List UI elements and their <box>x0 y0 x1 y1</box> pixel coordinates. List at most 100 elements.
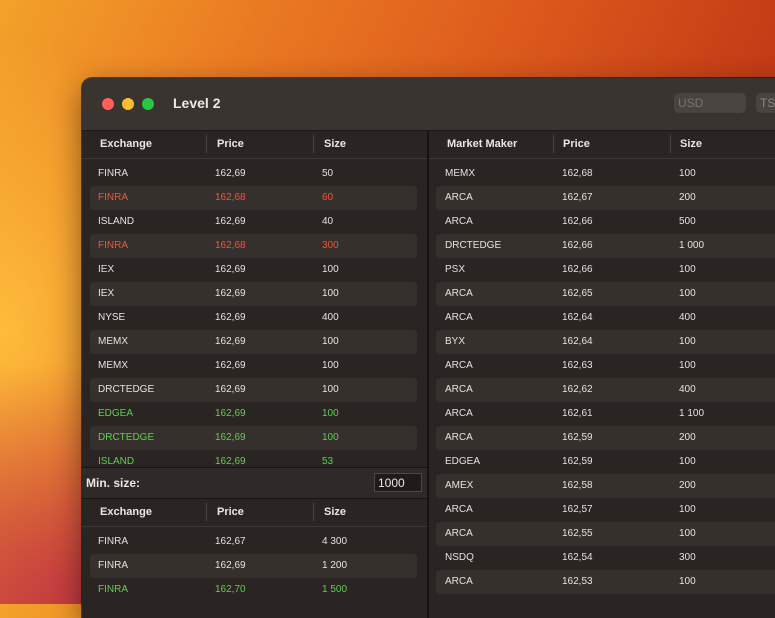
cell-price: 162,69 <box>215 264 246 275</box>
table-row[interactable]: ARCA 162,63 100 <box>436 354 775 378</box>
cell-price: 162,69 <box>215 360 246 371</box>
cell-price: 162,58 <box>562 480 593 491</box>
cell-price: 162,66 <box>562 240 593 251</box>
block-orders-panel: Exchange Price Size FINRA 162,67 4 300 FINR… <box>82 498 427 618</box>
cell-price: 162,59 <box>562 432 593 443</box>
table-row[interactable]: BYX 162,64 100 <box>436 330 775 354</box>
cell-price: 162,65 <box>562 288 593 299</box>
table-row[interactable]: EDGEA 162,69 100 <box>90 402 417 426</box>
column-separator <box>313 503 314 521</box>
cell-exchange: FINRA <box>98 536 128 547</box>
cell-size: 40 <box>322 216 334 227</box>
column-header-size[interactable]: Size <box>324 138 346 150</box>
table-row[interactable]: MEMX 162,69 100 <box>90 330 417 354</box>
table-row[interactable]: NYSE 162,69 400 <box>90 306 417 330</box>
table-row[interactable]: ARCA 162,61 1 100 <box>436 402 775 426</box>
min-size-label: Min. size: <box>86 476 141 490</box>
cell-size: 1 500 <box>322 584 348 595</box>
column-separator <box>313 135 314 153</box>
column-header-price[interactable]: Price <box>563 138 590 150</box>
column-separator <box>206 503 207 521</box>
table-row[interactable]: ARCA 162,64 400 <box>436 306 775 330</box>
cell-exchange: NSDQ <box>445 552 474 563</box>
cell-price: 162,69 <box>215 336 246 347</box>
table-row[interactable]: EDGEA 162,59 100 <box>436 450 775 474</box>
ts-field[interactable]: TS <box>756 93 775 113</box>
table-row[interactable]: FINRA 162,67 4 300 <box>90 530 417 554</box>
cell-price: 162,69 <box>215 384 246 395</box>
column-header-exchange[interactable]: Exchange <box>100 138 152 150</box>
exchange-book-header: Exchange Price Size <box>82 131 427 159</box>
table-row[interactable]: IEX 162,69 100 <box>90 258 417 282</box>
table-row[interactable]: DRCTEDGE 162,69 100 <box>90 426 417 450</box>
cell-exchange: EDGEA <box>98 408 134 419</box>
table-row[interactable]: ARCA 162,67 200 <box>436 186 775 210</box>
column-header-price[interactable]: Price <box>217 506 244 518</box>
table-row[interactable]: ARCA 162,65 100 <box>436 282 775 306</box>
cell-exchange: MEMX <box>98 336 128 347</box>
column-header-market-maker[interactable]: Market Maker <box>447 138 517 150</box>
cell-exchange: FINRA <box>98 584 128 595</box>
cell-size: 100 <box>679 360 696 371</box>
column-header-size[interactable]: Size <box>680 138 702 150</box>
cell-price: 162,69 <box>215 456 246 467</box>
cell-size: 100 <box>679 456 696 467</box>
close-window-button[interactable] <box>102 98 114 110</box>
cell-size: 100 <box>322 264 339 275</box>
table-row[interactable]: IEX 162,69 100 <box>90 282 417 306</box>
table-row[interactable]: ARCA 162,66 500 <box>436 210 775 234</box>
table-row[interactable]: DRCTEDGE 162,66 1 000 <box>436 234 775 258</box>
table-row[interactable]: MEMX 162,68 100 <box>436 162 775 186</box>
cell-price: 162,64 <box>562 312 593 323</box>
cell-size: 53 <box>322 456 334 467</box>
table-row[interactable]: AMEX 162,58 200 <box>436 474 775 498</box>
zoom-window-button[interactable] <box>142 98 154 110</box>
cell-size: 200 <box>679 192 696 203</box>
table-row[interactable]: PSX 162,66 100 <box>436 258 775 282</box>
table-row[interactable]: FINRA 162,68 300 <box>90 234 417 258</box>
column-header-size[interactable]: Size <box>324 506 346 518</box>
column-separator <box>206 135 207 153</box>
cell-price: 162,69 <box>215 288 246 299</box>
title-bar[interactable]: Level 2 TS <box>82 78 775 131</box>
table-row[interactable]: DRCTEDGE 162,69 100 <box>90 378 417 402</box>
currency-input[interactable] <box>674 93 746 113</box>
table-row[interactable]: MEMX 162,69 100 <box>90 354 417 378</box>
cell-exchange: IEX <box>98 264 115 275</box>
table-row[interactable]: FINRA 162,69 1 200 <box>90 554 417 578</box>
table-row[interactable]: ISLAND 162,69 53 <box>90 450 417 467</box>
cell-price: 162,69 <box>215 408 246 419</box>
cell-exchange: DRCTEDGE <box>98 384 155 395</box>
table-row[interactable]: ARCA 162,55 100 <box>436 522 775 546</box>
table-row[interactable]: FINRA 162,69 50 <box>90 162 417 186</box>
table-row[interactable]: FINRA 162,68 60 <box>90 186 417 210</box>
column-separator <box>553 135 554 153</box>
cell-size: 50 <box>322 168 334 179</box>
cell-exchange: ARCA <box>445 408 473 419</box>
cell-exchange: DRCTEDGE <box>445 240 502 251</box>
table-row[interactable]: ISLAND 162,69 40 <box>90 210 417 234</box>
column-header-price[interactable]: Price <box>217 138 244 150</box>
table-row[interactable]: ARCA 162,62 400 <box>436 378 775 402</box>
cell-size: 100 <box>679 264 696 275</box>
cell-exchange: PSX <box>445 264 466 275</box>
cell-exchange: ARCA <box>445 576 473 587</box>
cell-price: 162,69 <box>215 168 246 179</box>
cell-price: 162,69 <box>215 432 246 443</box>
table-row[interactable]: ARCA 162,59 200 <box>436 426 775 450</box>
level2-window: Level 2 TS Exchange Price Size FINRA 162,… <box>82 78 775 618</box>
minimize-window-button[interactable] <box>122 98 134 110</box>
min-size-input[interactable] <box>374 473 422 492</box>
cell-size: 100 <box>679 528 696 539</box>
cell-exchange: FINRA <box>98 168 128 179</box>
cell-price: 162,69 <box>215 312 246 323</box>
table-row[interactable]: NSDQ 162,54 300 <box>436 546 775 570</box>
table-row[interactable]: ARCA 162,57 100 <box>436 498 775 522</box>
table-row[interactable]: FINRA 162,70 1 500 <box>90 578 417 602</box>
exchange-book-panel: Exchange Price Size FINRA 162,69 50 FINRA 16… <box>82 131 427 467</box>
cell-price: 162,66 <box>562 216 593 227</box>
table-row[interactable]: ARCA 162,53 100 <box>436 570 775 594</box>
cell-size: 100 <box>322 408 339 419</box>
column-header-exchange[interactable]: Exchange <box>100 506 152 518</box>
cell-size: 400 <box>322 312 339 323</box>
